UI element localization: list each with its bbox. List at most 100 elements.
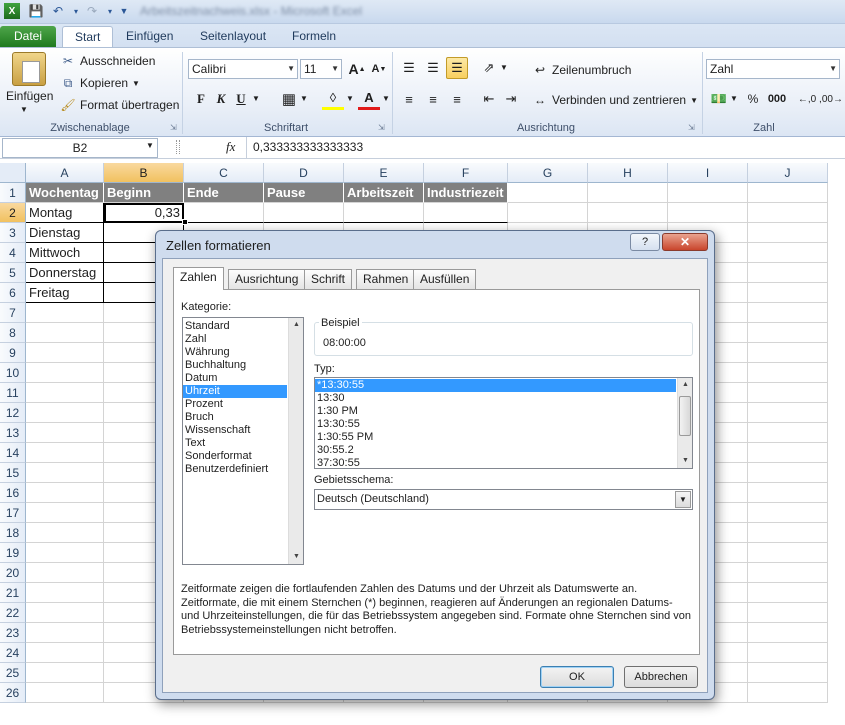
cell-j10[interactable]: [748, 363, 828, 383]
row-header-7[interactable]: 7: [0, 303, 26, 323]
align-right-icon[interactable]: ≡: [446, 88, 468, 110]
tab-schrift[interactable]: Schrift: [304, 269, 353, 289]
cell-j5[interactable]: [748, 263, 828, 283]
redo-icon[interactable]: ↷: [84, 3, 100, 19]
column-header-c[interactable]: C: [184, 163, 264, 183]
currency-icon[interactable]: 💵: [708, 88, 730, 110]
font-launcher-icon[interactable]: ⇲: [378, 123, 385, 132]
row-header-5[interactable]: 5: [0, 263, 26, 283]
cell-j3[interactable]: [748, 223, 828, 243]
cell-a12[interactable]: [26, 403, 104, 423]
scroll-up-icon[interactable]: ▲: [289, 318, 303, 332]
cell-b2[interactable]: 0,33: [104, 203, 184, 223]
category-item[interactable]: Bruch: [183, 411, 287, 424]
cell-c1[interactable]: Ende: [184, 183, 264, 203]
tab-seitenlayout[interactable]: Seitenlayout: [188, 26, 278, 47]
merge-center-button[interactable]: ↔ Verbinden und zentrieren ▼: [532, 92, 698, 108]
chevron-down-icon[interactable]: ▼: [675, 491, 691, 508]
row-header-24[interactable]: 24: [0, 643, 26, 663]
formula-input[interactable]: 0,333333333333333: [246, 137, 845, 158]
decrease-indent-icon[interactable]: ⇤: [478, 88, 500, 110]
align-center-icon[interactable]: ≡: [422, 88, 444, 110]
help-button[interactable]: ?: [630, 233, 660, 251]
row-header-20[interactable]: 20: [0, 563, 26, 583]
category-list[interactable]: Standard Zahl Währung Buchhaltung Datum Uhrze…: [182, 317, 304, 565]
category-item[interactable]: Datum: [183, 372, 287, 385]
paste-dropdown-icon[interactable]: ▼: [20, 105, 28, 114]
category-item[interactable]: Benutzerdefiniert: [183, 463, 287, 476]
type-item[interactable]: *13:30:55: [315, 379, 676, 392]
tab-ausrichtung[interactable]: Ausrichtung: [228, 269, 306, 289]
row-header-16[interactable]: 16: [0, 483, 26, 503]
type-item[interactable]: 30:55.2: [315, 444, 676, 457]
copy-button[interactable]: ⧉ Kopieren ▼: [60, 75, 140, 91]
row-header-23[interactable]: 23: [0, 623, 26, 643]
cell-a16[interactable]: [26, 483, 104, 503]
row-header-26[interactable]: 26: [0, 683, 26, 703]
select-all-corner[interactable]: [0, 163, 26, 183]
row-header-15[interactable]: 15: [0, 463, 26, 483]
cell-j18[interactable]: [748, 523, 828, 543]
category-item[interactable]: Text: [183, 437, 287, 450]
row-header-14[interactable]: 14: [0, 443, 26, 463]
grow-font-button[interactable]: A ▲: [346, 58, 368, 80]
cell-a1[interactable]: Wochentag: [26, 183, 104, 203]
border-dropdown-icon[interactable]: ▼: [300, 94, 308, 103]
cell-d2[interactable]: [264, 203, 344, 223]
row-header-22[interactable]: 22: [0, 603, 26, 623]
cell-j20[interactable]: [748, 563, 828, 583]
cell-j13[interactable]: [748, 423, 828, 443]
cell-e1[interactable]: Arbeitszeit: [344, 183, 424, 203]
cell-d1[interactable]: Pause: [264, 183, 344, 203]
cell-a18[interactable]: [26, 523, 104, 543]
column-header-d[interactable]: D: [264, 163, 344, 183]
cell-j9[interactable]: [748, 343, 828, 363]
column-header-h[interactable]: H: [588, 163, 668, 183]
row-header-12[interactable]: 12: [0, 403, 26, 423]
orientation-dropdown-icon[interactable]: ▼: [500, 63, 508, 72]
cell-a5[interactable]: Donnerstag: [26, 263, 104, 283]
shrink-font-button[interactable]: A ▼: [368, 58, 390, 80]
row-header-10[interactable]: 10: [0, 363, 26, 383]
paste-icon[interactable]: [12, 52, 46, 86]
category-item[interactable]: Währung: [183, 346, 287, 359]
name-box-dropdown-icon[interactable]: ▼: [146, 141, 154, 150]
row-header-11[interactable]: 11: [0, 383, 26, 403]
cell-a20[interactable]: [26, 563, 104, 583]
cell-h2[interactable]: [588, 203, 668, 223]
column-header-f[interactable]: F: [424, 163, 508, 183]
cell-j4[interactable]: [748, 243, 828, 263]
cell-a19[interactable]: [26, 543, 104, 563]
cell-a22[interactable]: [26, 603, 104, 623]
cell-j24[interactable]: [748, 643, 828, 663]
cell-j14[interactable]: [748, 443, 828, 463]
cell-j2[interactable]: [748, 203, 828, 223]
scroll-up-icon[interactable]: ▲: [678, 378, 692, 392]
cell-j19[interactable]: [748, 543, 828, 563]
orientation-icon[interactable]: ⇗: [478, 57, 500, 79]
percent-button[interactable]: %: [742, 88, 764, 110]
cell-j11[interactable]: [748, 383, 828, 403]
font-name-combo[interactable]: Calibri ▼: [188, 59, 298, 79]
type-item[interactable]: 37:30:55: [315, 457, 676, 468]
type-scrollbar[interactable]: ▲ ▼: [677, 378, 692, 468]
row-header-21[interactable]: 21: [0, 583, 26, 603]
format-painter-button[interactable]: 🖌 Format übertragen: [60, 97, 179, 113]
row-header-18[interactable]: 18: [0, 523, 26, 543]
cell-j16[interactable]: [748, 483, 828, 503]
category-scrollbar[interactable]: ▲ ▼: [288, 318, 303, 564]
thousands-button[interactable]: 000: [766, 88, 788, 110]
cell-a4[interactable]: Mittwoch: [26, 243, 104, 263]
row-header-1[interactable]: 1: [0, 183, 26, 203]
align-middle-icon[interactable]: ☰: [422, 57, 444, 79]
splitter-handle[interactable]: [176, 140, 180, 154]
row-header-2[interactable]: 2: [0, 203, 26, 223]
fill-color-icon[interactable]: ◊: [322, 88, 344, 110]
cell-j6[interactable]: [748, 283, 828, 303]
column-header-j[interactable]: J: [748, 163, 828, 183]
cell-g2[interactable]: [508, 203, 588, 223]
fill-color-dropdown-icon[interactable]: ▼: [346, 94, 354, 103]
cell-a26[interactable]: [26, 683, 104, 703]
type-scroll-thumb[interactable]: [679, 396, 691, 436]
category-item[interactable]: Buchhaltung: [183, 359, 287, 372]
